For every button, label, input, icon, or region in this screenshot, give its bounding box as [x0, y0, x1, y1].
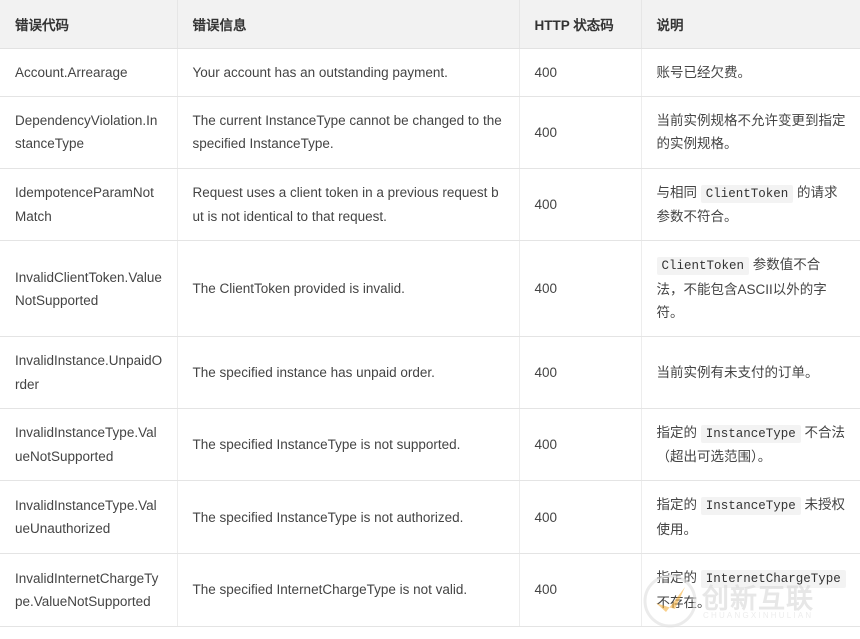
- cell-description: ClientToken 参数值不合法，不能包含ASCII以外的字符。: [641, 240, 860, 338]
- column-header-description: 说明: [641, 0, 860, 49]
- description-text: 当前实例规格不允许变更到指定的实例规格。: [656, 113, 846, 152]
- description-text: 当前实例有未支付的订单。: [656, 364, 819, 380]
- error-code-table: 错误代码 错误信息 HTTP 状态码 说明 Account.Arrearage Y…: [0, 0, 860, 627]
- inline-code-token: ClientToken: [700, 184, 794, 203]
- cell-http-status: 400: [519, 48, 642, 98]
- cell-error-code: Account.Arrearage: [0, 48, 178, 98]
- cell-error-code: DependencyViolation.InstanceType: [0, 96, 178, 169]
- cell-error-code: InvalidInstanceType.ValueUnauthorized: [0, 480, 178, 555]
- inline-code-token: InstanceType: [700, 497, 801, 516]
- table-row: InvalidInternetChargeType.ValueNotSuppor…: [0, 553, 860, 627]
- description-text: 不存在。: [656, 594, 711, 610]
- cell-error-code: InvalidInstanceType.ValueNotSupported: [0, 408, 178, 482]
- table-row: InvalidInstance.UnpaidOrder The specified…: [0, 336, 860, 409]
- cell-http-status: 400: [519, 553, 642, 627]
- cell-error-code: InvalidInternetChargeType.ValueNotSuppor…: [0, 553, 178, 627]
- cell-description: 指定的 InstanceType 未授权使用。: [641, 480, 860, 555]
- table-header-row: 错误代码 错误信息 HTTP 状态码 说明: [0, 0, 860, 49]
- cell-error-message: The specified InternetChargeType is not …: [177, 553, 520, 627]
- cell-http-status: 400: [519, 336, 642, 409]
- cell-http-status: 400: [519, 96, 642, 169]
- description-text: 指定的: [656, 570, 698, 586]
- cell-http-status: 400: [519, 480, 642, 555]
- table-row: InvalidClientToken.ValueNotSupported The …: [0, 240, 860, 338]
- cell-description: 指定的 InstanceType 不合法（超出可选范围）。: [641, 408, 860, 482]
- cell-description: 当前实例规格不允许变更到指定的实例规格。: [641, 96, 860, 169]
- column-header-error-message: 错误信息: [177, 0, 520, 49]
- column-header-error-code: 错误代码: [0, 0, 178, 49]
- table-row: IdempotenceParamNotMatch Request uses a c…: [0, 168, 860, 242]
- cell-error-message: The specified InstanceType is not author…: [177, 480, 520, 555]
- table-body: Account.Arrearage Your account has an out…: [0, 48, 860, 627]
- inline-code-token: ClientToken: [656, 257, 750, 276]
- table-row: InvalidInstanceType.ValueNotSupported The…: [0, 408, 860, 482]
- cell-http-status: 400: [519, 168, 642, 242]
- cell-error-message: Your account has an outstanding payment.: [177, 48, 520, 98]
- cell-error-message: The current InstanceType cannot be chang…: [177, 96, 520, 169]
- description-text: 账号已经欠费。: [656, 65, 752, 80]
- table-header: 错误代码 错误信息 HTTP 状态码 说明: [0, 0, 860, 49]
- table-row: DependencyViolation.InstanceType The curr…: [0, 96, 860, 169]
- cell-description: 账号已经欠费。: [641, 48, 860, 98]
- cell-error-message: The specified InstanceType is not suppor…: [177, 408, 520, 482]
- inline-code-token: InternetChargeType: [700, 570, 846, 589]
- cell-error-message: Request uses a client token in a previou…: [177, 168, 520, 242]
- cell-http-status: 400: [519, 240, 642, 338]
- cell-error-code: InvalidInstance.UnpaidOrder: [0, 336, 178, 409]
- cell-error-code: IdempotenceParamNotMatch: [0, 168, 178, 242]
- cell-error-message: The specified instance has unpaid order.: [177, 336, 520, 409]
- description-text: 指定的: [656, 497, 698, 513]
- cell-http-status: 400: [519, 408, 642, 482]
- table-row: InvalidInstanceType.ValueUnauthorized The…: [0, 480, 860, 555]
- cell-description: 与相同 ClientToken 的请求参数不符合。: [641, 168, 860, 242]
- cell-description: 当前实例有未支付的订单。: [641, 336, 860, 409]
- description-text: 与相同: [656, 184, 698, 200]
- inline-code-token: InstanceType: [700, 424, 801, 443]
- cell-error-message: The ClientToken provided is invalid.: [177, 240, 520, 338]
- description-text: 指定的: [656, 424, 698, 440]
- cell-description: 指定的 InternetChargeType 不存在。: [641, 553, 860, 627]
- cell-error-code: InvalidClientToken.ValueNotSupported: [0, 240, 178, 338]
- table-row: Account.Arrearage Your account has an out…: [0, 48, 860, 98]
- column-header-http-status: HTTP 状态码: [519, 0, 642, 49]
